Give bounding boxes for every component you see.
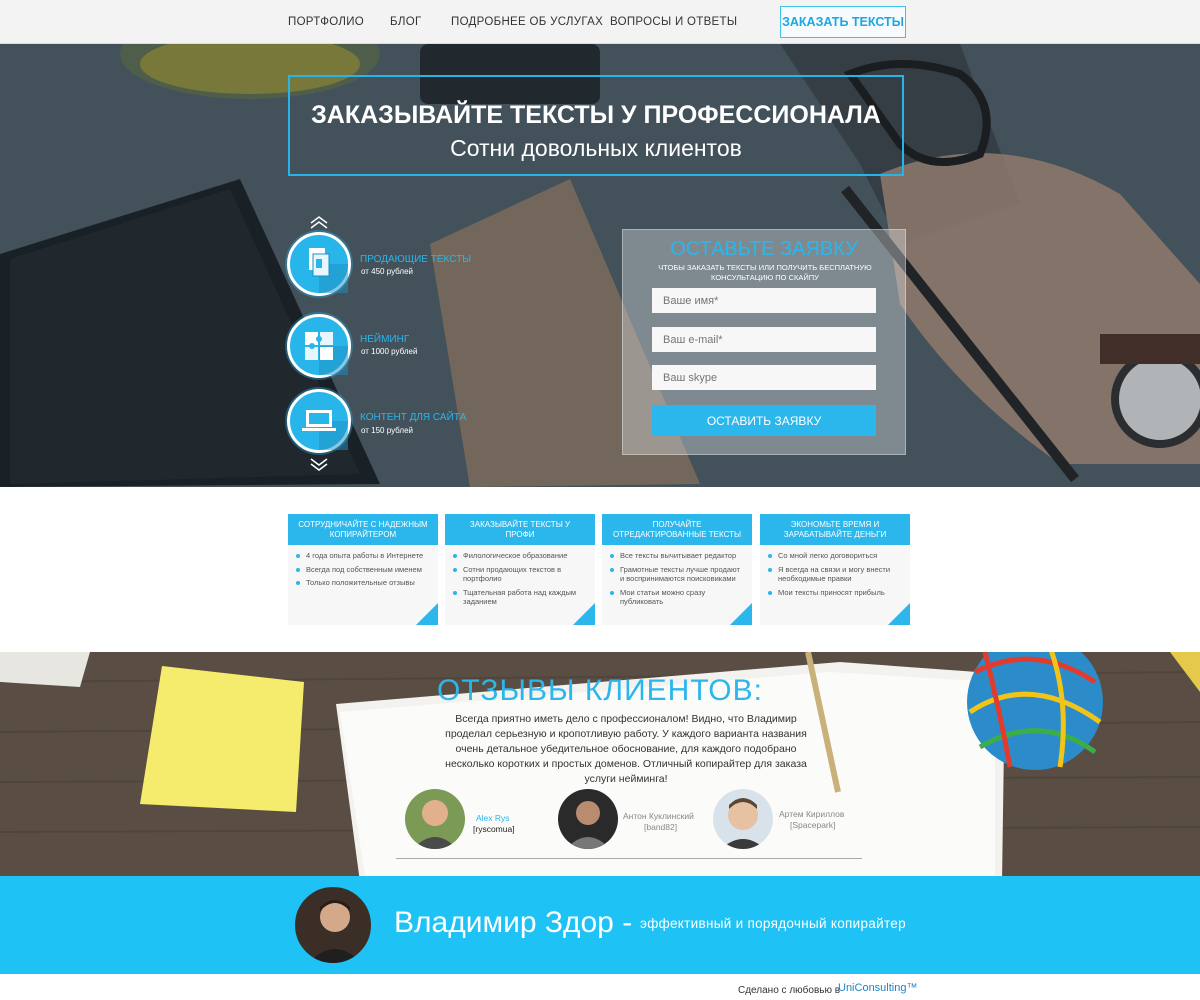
divider bbox=[396, 858, 862, 859]
name-field[interactable] bbox=[652, 288, 876, 313]
benefit-card: ЭКОНОМЬТЕ ВРЕМЯ И ЗАРАБАТЫВАЙТЕ ДЕНЬГИ С… bbox=[760, 514, 910, 625]
card-title: ПОЛУЧАЙТЕ ОТРЕДАКТИРОВАННЫЕ ТЕКСТЫ bbox=[602, 514, 752, 545]
hero-title: ЗАКАЗЫВАЙТЕ ТЕКСТЫ У ПРОФЕССИОНАЛА bbox=[311, 101, 881, 129]
review-author-name[interactable]: Антон Куклинский bbox=[623, 811, 694, 821]
benefits-section: СОТРУДНИЧАЙТЕ С НАДЕЖНЫМ КОПИРАЙТЕРОМ 4 … bbox=[0, 487, 1200, 652]
card-corner bbox=[573, 603, 595, 625]
service-title[interactable]: КОНТЕНТ ДЛЯ САЙТА bbox=[360, 412, 466, 423]
person-icon bbox=[566, 801, 610, 849]
card-corner bbox=[888, 603, 910, 625]
avatar[interactable] bbox=[558, 789, 618, 849]
author-avatar bbox=[293, 885, 373, 965]
list-item: Тщательная работа над каждым заданием bbox=[453, 588, 587, 607]
review-author-name[interactable]: Alex Rys bbox=[476, 813, 510, 823]
laptop-icon bbox=[302, 410, 348, 450]
card-list: Все тексты вычитывает редактор Грамотные… bbox=[602, 545, 752, 607]
hero-title-box: ЗАКАЗЫВАЙТЕ ТЕКСТЫ У ПРОФЕССИОНАЛА Сотни… bbox=[288, 75, 904, 176]
avatar[interactable] bbox=[713, 789, 773, 849]
list-item: Я всегда на связи и могу внести необходи… bbox=[768, 565, 902, 584]
uniconsulting-logo[interactable]: UniConsulting™ bbox=[838, 982, 917, 994]
author-tagline: эффективный и порядочный копирайтер bbox=[640, 916, 906, 931]
review-text: Всегда приятно иметь дело с профессионал… bbox=[445, 713, 807, 785]
card-title: ЭКОНОМЬТЕ ВРЕМЯ И ЗАРАБАТЫВАЙТЕ ДЕНЬГИ bbox=[760, 514, 910, 545]
email-field[interactable] bbox=[652, 327, 876, 352]
person-icon bbox=[413, 800, 457, 849]
chevron-down-icon[interactable] bbox=[308, 457, 330, 471]
chevron-up-icon[interactable] bbox=[308, 215, 330, 229]
service-site-content[interactable] bbox=[287, 389, 351, 453]
list-item: Грамотные тексты лучше продают и восприн… bbox=[610, 565, 744, 584]
credit-text: Сделано с любовью в bbox=[738, 985, 841, 996]
benefit-card: СОТРУДНИЧАЙТЕ С НАДЕЖНЫМ КОПИРАЙТЕРОМ 4 … bbox=[288, 514, 438, 625]
form-title: ОСТАВЬТЕ ЗАЯВКУ bbox=[670, 238, 858, 260]
list-item: Сотни продающих текстов в портфолио bbox=[453, 565, 587, 584]
order-texts-button[interactable]: ЗАКАЗАТЬ ТЕКСТЫ bbox=[780, 6, 906, 38]
avatar[interactable] bbox=[405, 789, 465, 849]
list-item: Со мной легко договориться bbox=[768, 551, 902, 561]
card-corner bbox=[730, 603, 752, 625]
submit-request-button[interactable]: ОСТАВИТЬ ЗАЯВКУ bbox=[652, 405, 876, 436]
nav-faq[interactable]: ВОПРОСЫ И ОТВЕТЫ bbox=[610, 16, 737, 28]
request-form: ОСТАВЬТЕ ЗАЯВКУ ЧТОБЫ ЗАКАЗАТЬ ТЕКСТЫ ИЛ… bbox=[622, 229, 906, 455]
service-title[interactable]: ПРОДАЮЩИЕ ТЕКСТЫ bbox=[360, 254, 471, 265]
author-name: Владимир Здор - bbox=[394, 906, 633, 939]
reviews-title: ОТЗЫВЫ КЛИЕНТОВ: bbox=[437, 674, 763, 707]
card-list: Филологическое образование Сотни продающ… bbox=[445, 545, 595, 607]
pages-icon bbox=[309, 248, 348, 293]
hero-section: ЗАКАЗЫВАЙТЕ ТЕКСТЫ У ПРОФЕССИОНАЛА Сотни… bbox=[0, 44, 1200, 487]
list-item: Всегда под собственным именем bbox=[296, 565, 430, 575]
service-naming[interactable] bbox=[287, 314, 351, 378]
nav-blog[interactable]: БЛОГ bbox=[390, 16, 421, 28]
service-selling-texts[interactable] bbox=[287, 232, 351, 296]
card-list: 4 года опыта работы в Интернете Всегда п… bbox=[288, 545, 438, 588]
review-author-handle: [band82] bbox=[644, 822, 678, 832]
service-title[interactable]: НЕЙМИНГ bbox=[360, 334, 409, 345]
puzzle-icon bbox=[305, 332, 348, 375]
card-title: ЗАКАЗЫВАЙТЕ ТЕКСТЫ У ПРОФИ bbox=[445, 514, 595, 545]
nav-services[interactable]: ПОДРОБНЕЕ ОБ УСЛУГАХ bbox=[451, 16, 603, 28]
reviews-section: ОТЗЫВЫ КЛИЕНТОВ: Всегда приятно иметь де… bbox=[0, 652, 1200, 876]
service-price: от 450 рублей bbox=[361, 267, 413, 276]
list-item: Все тексты вычитывает редактор bbox=[610, 551, 744, 561]
review-author-handle: [ryscomua] bbox=[473, 824, 515, 834]
service-price: от 150 рублей bbox=[361, 426, 413, 435]
service-price: от 1000 рублей bbox=[361, 347, 418, 356]
review-author-name[interactable]: Артем Кириллов bbox=[779, 809, 844, 819]
person-icon bbox=[721, 798, 765, 849]
review-author-handle: [Spacepark] bbox=[790, 820, 836, 830]
author-band: Владимир Здор - эффективный и порядочный… bbox=[0, 876, 1200, 974]
list-item: Мои статьи можно сразу публиковать bbox=[610, 588, 744, 607]
person-icon bbox=[308, 900, 362, 963]
top-nav: ПОРТФОЛИО БЛОГ ПОДРОБНЕЕ ОБ УСЛУГАХ ВОПР… bbox=[0, 0, 1200, 44]
form-subtitle: ЧТОБЫ ЗАКАЗАТЬ ТЕКСТЫ ИЛИ ПОЛУЧИТЬ БЕСПЛ… bbox=[658, 263, 872, 282]
list-item: 4 года опыта работы в Интернете bbox=[296, 551, 430, 561]
list-item: Только положительные отзывы bbox=[296, 578, 430, 588]
card-list: Со мной легко договориться Я всегда на с… bbox=[760, 545, 910, 597]
list-item: Филологическое образование bbox=[453, 551, 587, 561]
skype-field[interactable] bbox=[652, 365, 876, 390]
nav-portfolio[interactable]: ПОРТФОЛИО bbox=[288, 16, 364, 28]
list-item: Мои тексты приносят прибыль bbox=[768, 588, 902, 598]
card-corner bbox=[416, 603, 438, 625]
hero-subtitle: Сотни довольных клиентов bbox=[450, 135, 742, 161]
benefit-card: ПОЛУЧАЙТЕ ОТРЕДАКТИРОВАННЫЕ ТЕКСТЫ Все т… bbox=[602, 514, 752, 625]
benefit-card: ЗАКАЗЫВАЙТЕ ТЕКСТЫ У ПРОФИ Филологическо… bbox=[445, 514, 595, 625]
card-title: СОТРУДНИЧАЙТЕ С НАДЕЖНЫМ КОПИРАЙТЕРОМ bbox=[288, 514, 438, 545]
